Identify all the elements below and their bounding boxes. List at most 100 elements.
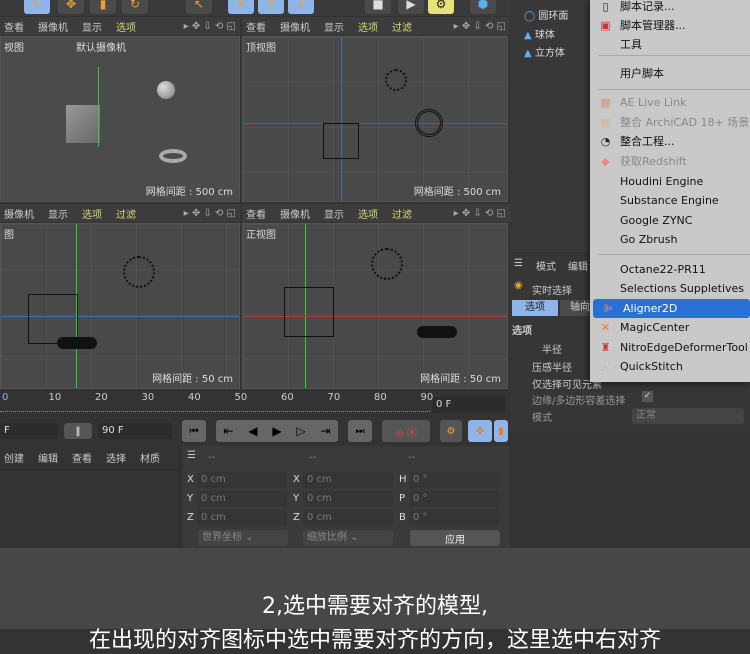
current-frame-field[interactable]: 0 F (432, 397, 506, 413)
menu-edit[interactable]: 编辑 (38, 450, 58, 465)
goto-end-icon[interactable]: ⏭ (348, 420, 372, 442)
coord-field[interactable]: 0 cm (303, 472, 393, 488)
menu-item-nitroedgedeformertool[interactable]: ♜ NitroEdgeDeformerTool (590, 338, 750, 357)
mode-select[interactable]: 正常 (632, 408, 744, 424)
menu-item-archicad-18[interactable]: ▦ 整合 ArchiCAD 18+ 场景... (590, 113, 750, 132)
menu-camera[interactable]: 摄像机 (38, 19, 68, 34)
menu-item-go-zbrush[interactable]: Go Zbrush (590, 230, 750, 249)
edge-tolerance-checkbox[interactable]: ✓ (642, 391, 653, 402)
nav-icons[interactable]: ▸ ✥ ⇩ ⟲ ◱ (454, 208, 510, 219)
viewport-perspective[interactable]: 视图 默认摄像机 网格间距 : 500 cm (0, 36, 240, 202)
menu-filter[interactable]: 过滤 (392, 19, 412, 34)
menu-view[interactable]: 查看 (72, 450, 92, 465)
viewport-front[interactable]: 正视图 网格间距 : 50 cm (242, 223, 508, 389)
viewport-right[interactable]: 图 网格间距 : 50 cm (0, 223, 240, 389)
object-torus[interactable]: ◯ 圆环面 (524, 7, 568, 22)
live-select-icon[interactable]: ↖ (186, 0, 212, 14)
nav-icons[interactable]: ▸ ✥ ⇩ ⟲ ◱ (184, 208, 240, 219)
menu-item-[interactable]: ◔ 整合工程... (590, 132, 750, 151)
menu-view[interactable]: 查看 (246, 19, 266, 34)
menu-create[interactable]: 创建 (4, 450, 24, 465)
prev-key-icon[interactable]: ⇤ (223, 424, 233, 438)
next-key-icon[interactable]: ⇥ (320, 424, 330, 438)
goto-start-icon[interactable]: ⏮ (182, 420, 206, 442)
menu-filter[interactable]: 过滤 (392, 206, 412, 221)
menu-item-[interactable]: ▯ 脚本记录... (590, 0, 750, 16)
nav-icons[interactable]: ▸ ✥ ⇩ ⟲ ◱ (454, 21, 510, 32)
torus-outline[interactable] (417, 326, 457, 338)
range-slider[interactable]: ‖ (64, 423, 92, 439)
coord-field[interactable]: 0 cm (197, 510, 287, 526)
menu-item-ae-live-link[interactable]: ▦ AE Live Link (590, 93, 750, 112)
menu-item-octane22-pr11[interactable]: Octane22-PR11 (590, 260, 750, 279)
menu-display[interactable]: 显示 (324, 19, 344, 34)
start-frame-field[interactable]: F (0, 423, 58, 439)
menu-view[interactable]: 查看 (246, 206, 266, 221)
menu-item-redshift[interactable]: ◆ 获取Redshift (590, 152, 750, 171)
torus-outline[interactable] (57, 337, 97, 349)
scale-tool-icon[interactable]: ▮ (90, 0, 116, 14)
menu-item-quickstitch[interactable]: ⋰ QuickStitch (590, 357, 750, 376)
render-icon[interactable]: ▶ (398, 0, 424, 14)
menu-item-houdini-engine[interactable]: Houdini Engine (590, 172, 750, 191)
menu-mode[interactable]: 模式 (536, 258, 556, 273)
menu-options[interactable]: 选项 (116, 19, 136, 34)
cube-object[interactable] (66, 105, 100, 143)
move-tool-icon[interactable]: ✥ (58, 0, 84, 14)
render-settings-icon[interactable]: ⚙ (428, 0, 454, 14)
record-keys-icon[interactable]: ◎ ⦿ (382, 420, 430, 442)
object-cube[interactable]: ▲ 立方体 (524, 44, 565, 59)
sphere-outline[interactable] (371, 248, 403, 280)
sphere-outline[interactable] (385, 69, 407, 91)
torus-object[interactable] (159, 149, 187, 163)
menu-camera[interactable]: 摄像机 (280, 19, 310, 34)
hamburger-icon[interactable]: ☰ (187, 450, 196, 461)
apply-button[interactable]: 应用 (410, 530, 500, 546)
end-frame-field[interactable]: 90 F (98, 423, 172, 439)
cube-outline[interactable] (284, 287, 334, 337)
menu-item-google-zync[interactable]: Google ZYNC (590, 211, 750, 230)
menu-item-[interactable]: ▣ 脚本管理器... (590, 16, 750, 35)
nav-icons[interactable]: ▸ ✥ ⇩ ⟲ ◱ (184, 21, 240, 32)
menu-options[interactable]: 选项 (82, 206, 102, 221)
coord-field[interactable]: 0 ° (409, 491, 499, 507)
menu-material[interactable]: 材质 (140, 450, 160, 465)
prev-frame-icon[interactable]: ◀ (248, 424, 257, 438)
menu-camera[interactable]: 摄像机 (4, 206, 34, 221)
menu-options[interactable]: 选项 (358, 19, 378, 34)
menu-display[interactable]: 显示 (82, 19, 102, 34)
timeline-ruler[interactable]: 0 10 20 30 40 50 60 70 80 90 (0, 392, 433, 412)
rotate-tool-icon[interactable]: ↻ (122, 0, 148, 14)
menu-item-[interactable]: 工具 (590, 35, 750, 54)
sphere-outline[interactable] (123, 256, 155, 288)
render-view-icon[interactable]: ■ (365, 0, 391, 14)
play-icon[interactable]: ▶ (272, 424, 281, 438)
coord-field[interactable]: 0 cm (303, 491, 393, 507)
menu-edit[interactable]: 编辑 (568, 258, 588, 273)
scale-key-icon[interactable]: ▮ (494, 420, 508, 442)
menu-view[interactable]: 查看 (4, 19, 24, 34)
y-axis-icon[interactable]: Y (258, 0, 284, 14)
menu-item-magiccenter[interactable]: ✕ MagicCenter (590, 318, 750, 337)
menu-options[interactable]: 选项 (358, 206, 378, 221)
move-key-icon[interactable]: ✥ (468, 420, 492, 442)
menu-item-[interactable]: 用户脚本 (590, 64, 750, 83)
menu-item-selections-suppletives[interactable]: Selections Suppletives (590, 279, 750, 298)
select-tool-icon[interactable]: ↖ (24, 0, 50, 14)
tab-options[interactable]: 选项 (512, 300, 558, 316)
sphere-object[interactable] (157, 81, 175, 99)
world-coords-select[interactable]: 世界坐标 ⌄ (198, 530, 288, 546)
viewport-top[interactable]: 顶视图 网格间距 : 500 cm (242, 36, 508, 202)
hamburger-icon[interactable]: ☰ (514, 258, 523, 269)
scale-select[interactable]: 缩放比例 ⌄ (303, 530, 393, 546)
z-axis-icon[interactable]: Z (288, 0, 314, 14)
cube-outline[interactable] (323, 123, 359, 159)
coord-field[interactable]: 0 ° (409, 472, 499, 488)
x-axis-icon[interactable]: X (228, 0, 254, 14)
menu-display[interactable]: 显示 (48, 206, 68, 221)
keyframe-settings-icon[interactable]: ⚙ (440, 420, 462, 442)
menu-filter[interactable]: 过滤 (116, 206, 136, 221)
object-sphere[interactable]: ▲ 球体 (524, 26, 555, 41)
menu-item-substance-engine[interactable]: Substance Engine (590, 191, 750, 210)
coord-field[interactable]: 0 cm (197, 491, 287, 507)
